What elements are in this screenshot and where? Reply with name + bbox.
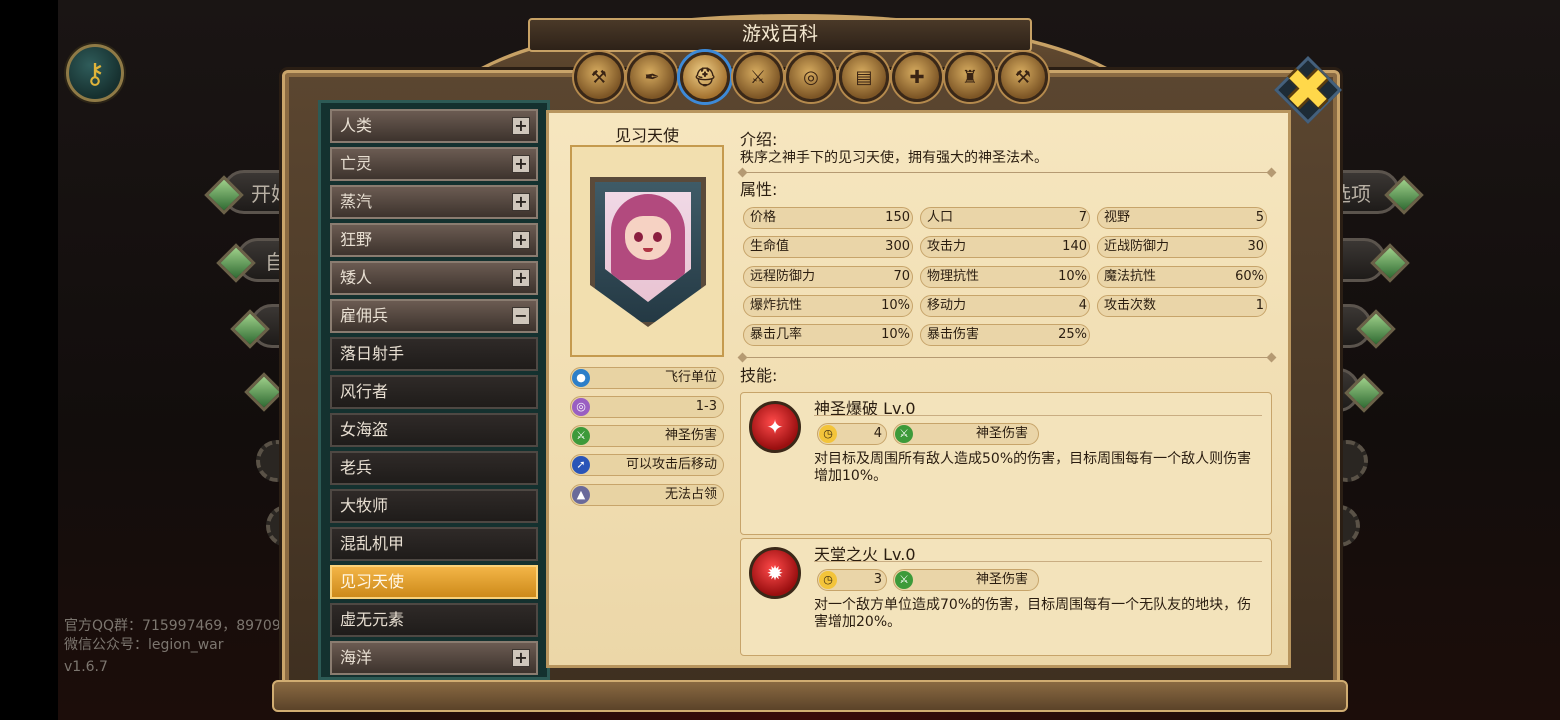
footer-wechat-text: 微信公众号：legion_war (64, 637, 224, 653)
skills-heading: 技能: (740, 366, 778, 385)
stat-cell: 攻击次数 1 (1097, 295, 1267, 317)
stat-cell: 生命值 300 (743, 236, 913, 258)
stat-cell: 攻击力 140 (920, 236, 1090, 258)
stat-cell: 近战防御力 30 (1097, 236, 1267, 258)
sword-icon: ⚔ (895, 571, 913, 589)
skill-card: ✹ 天堂之火 Lv.0 ◷ 3 ⚔ 神圣伤害 对一个敌方单位造成70%的伤害，目标周… (740, 538, 1272, 656)
left-black-bar (0, 0, 58, 720)
stat-cell: 远程防御力 70 (743, 266, 913, 288)
list-item-unit[interactable]: 虚无元素 (330, 603, 538, 637)
stat-cell: 物理抗性 10% (920, 266, 1090, 288)
stat-cell: 爆炸抗性 10% (743, 295, 913, 317)
person-icon: ● (572, 369, 590, 387)
clock-icon: ◷ (819, 425, 837, 443)
cooldown-chip: ◷ 3 (817, 569, 887, 591)
list-category-dwarf[interactable]: 矮人 + (330, 261, 538, 295)
stat-cell: 人口 7 (920, 207, 1090, 229)
collapse-icon[interactable]: − (512, 307, 530, 325)
trait-flying: ● 飞行单位 (570, 367, 724, 389)
expand-icon[interactable]: + (512, 155, 530, 173)
helmet-tab-icon[interactable]: ⛑ (680, 52, 730, 102)
flag-icon: ▲ (572, 486, 590, 504)
unit-portrait (570, 145, 724, 357)
stat-cell: 价格 150 (743, 207, 913, 229)
divider (742, 172, 1272, 173)
unit-list-panel: 人类 + 亡灵 + 蒸汽 + 狂野 + 矮人 + 雇佣兵 − 落日射手 风行者 女海盗 老兵… (318, 100, 550, 680)
portrait-eye (653, 232, 662, 242)
divider (814, 561, 1262, 562)
quill-tab-icon[interactable]: ✒ (627, 52, 677, 102)
stat-cell: 视野 5 (1097, 207, 1267, 229)
key-icon-button[interactable]: ⚷ (66, 44, 124, 102)
portrait-face (625, 216, 671, 260)
window-title: 游戏百科 (528, 18, 1032, 52)
intro-text: 秩序之神手下的见习天使，拥有强大的神圣法术。 (740, 150, 1048, 166)
expand-icon[interactable]: + (512, 269, 530, 287)
list-item-unit-selected[interactable]: 见习天使 (330, 565, 538, 599)
version-text: v1.6.7 (64, 659, 108, 675)
cooldown-chip: ◷ 4 (817, 423, 887, 445)
armory-tab-icon[interactable]: ⚒ (574, 52, 624, 102)
damage-type-chip: ⚔ 神圣伤害 (893, 423, 1039, 445)
holy-blast-icon: ✦ (749, 401, 801, 453)
target-icon: ◎ (572, 398, 590, 416)
stat-cell: 移动力 4 (920, 295, 1090, 317)
clock-icon: ◷ (819, 571, 837, 589)
footer-qq-text: 官方QQ群：715997469，89709 (64, 618, 281, 634)
list-item-unit[interactable]: 混乱机甲 (330, 527, 538, 561)
unit-name: 见习天使 (614, 126, 679, 145)
hammer-tab-icon[interactable]: ⚒ (998, 52, 1048, 102)
cross-tab-icon[interactable]: ✚ (892, 52, 942, 102)
crossed-swords-tab-icon[interactable]: ⚔ (733, 52, 783, 102)
tower-tab-icon[interactable]: ♜ (945, 52, 995, 102)
expand-icon[interactable]: + (512, 231, 530, 249)
move-icon: ➚ (572, 456, 590, 474)
list-item-unit[interactable]: 老兵 (330, 451, 538, 485)
sword-icon: ⚔ (895, 425, 913, 443)
angel-portrait-image (605, 192, 691, 302)
stat-cell: 魔法抗性 60% (1097, 266, 1267, 288)
expand-icon[interactable]: + (512, 193, 530, 211)
list-category-human[interactable]: 人类 + (330, 109, 538, 143)
skill-card: ✦ 神圣爆破 Lv.0 ◷ 4 ⚔ 神圣伤害 对目标及周围所有敌人造成50%的伤害，… (740, 392, 1272, 535)
list-category-undead[interactable]: 亡灵 + (330, 147, 538, 181)
expand-icon[interactable]: + (512, 117, 530, 135)
list-item-unit[interactable]: 大牧师 (330, 489, 538, 523)
sword-icon: ⚔ (572, 427, 590, 445)
list-category-steam[interactable]: 蒸汽 + (330, 185, 538, 219)
list-item-unit[interactable]: 女海盗 (330, 413, 538, 447)
portrait-mouth (643, 248, 653, 252)
list-item-unit[interactable]: 风行者 (330, 375, 538, 409)
swirl-tab-icon[interactable]: ◎ (786, 52, 836, 102)
damage-type-chip: ⚔ 神圣伤害 (893, 569, 1039, 591)
divider (814, 415, 1262, 416)
stat-cell: 暴击几率 10% (743, 324, 913, 346)
list-category-wild[interactable]: 狂野 + (330, 223, 538, 257)
divider (742, 357, 1272, 358)
portrait-shield-frame (590, 177, 706, 327)
trait-range: ◎ 1-3 (570, 396, 724, 418)
trait-move-after-attack: ➚ 可以攻击后移动 (570, 454, 724, 476)
heaven-fire-icon: ✹ (749, 547, 801, 599)
trait-damage-type: ⚔ 神圣伤害 (570, 425, 724, 447)
close-icon: ✖ (1284, 57, 1332, 123)
list-category-ocean[interactable]: 海洋 + (330, 641, 538, 675)
list-category-mercenary[interactable]: 雇佣兵 − (330, 299, 538, 333)
list-item-unit[interactable]: 落日射手 (330, 337, 538, 371)
portrait-eye (634, 232, 643, 242)
book-tab-icon[interactable]: ▤ (839, 52, 889, 102)
trait-cannot-capture: ▲ 无法占领 (570, 484, 724, 506)
skill-description: 对一个敌方单位造成70%的伤害，目标周围每有一个无队友的地块，伤害增加20%。 (814, 597, 1252, 630)
expand-icon[interactable]: + (512, 649, 530, 667)
window-bottom-bar (272, 680, 1348, 712)
attributes-heading: 属性: (740, 180, 778, 199)
stat-cell: 暴击伤害 25% (920, 324, 1090, 346)
skill-description: 对目标及周围所有敌人造成50%的伤害，目标周围每有一个敌人则伤害增加10%。 (814, 451, 1252, 484)
